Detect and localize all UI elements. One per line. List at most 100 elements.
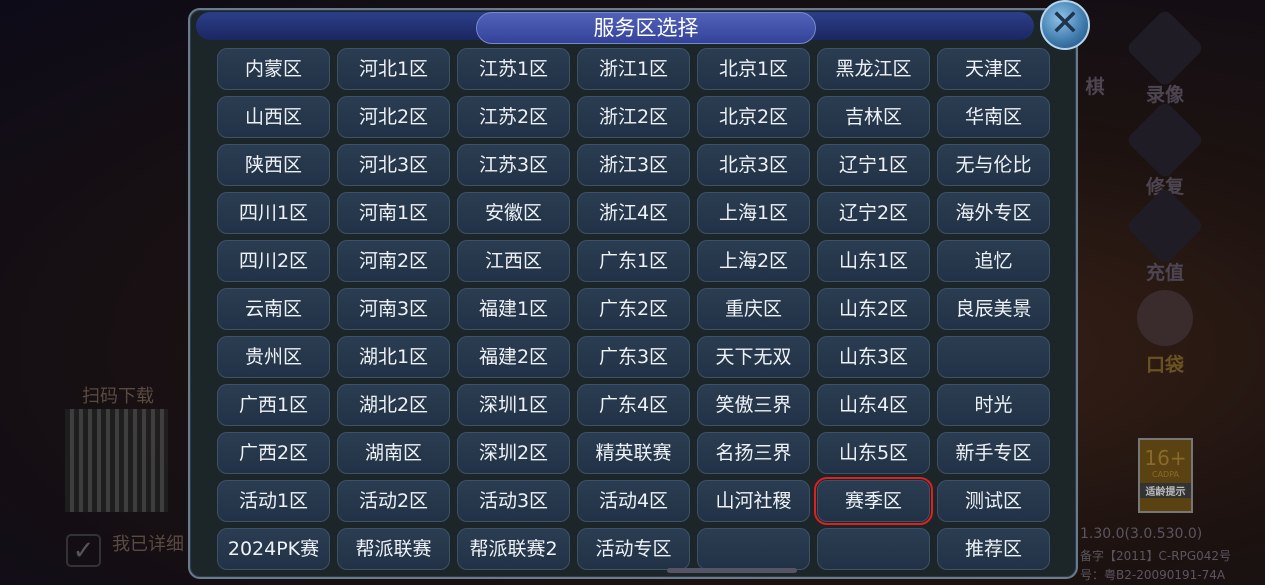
server-button[interactable] — [697, 528, 810, 570]
server-button[interactable]: 广东3区 — [577, 336, 690, 378]
server-button[interactable]: 湖南区 — [337, 432, 450, 474]
server-button[interactable]: 山东2区 — [817, 288, 930, 330]
server-button[interactable]: 精英联赛 — [577, 432, 690, 474]
server-button[interactable]: 笑傲三界 — [697, 384, 810, 426]
server-button[interactable]: 山东4区 — [817, 384, 930, 426]
server-button[interactable]: 河北1区 — [337, 48, 450, 90]
server-button[interactable]: 推荐区 — [937, 528, 1050, 570]
server-button[interactable]: 辽宁1区 — [817, 144, 930, 186]
server-button[interactable]: 广东2区 — [577, 288, 690, 330]
server-button[interactable]: 湖北1区 — [337, 336, 450, 378]
video-camera-icon — [1125, 8, 1205, 88]
server-button[interactable]: 山东3区 — [817, 336, 930, 378]
server-button[interactable]: 山西区 — [217, 96, 330, 138]
server-button[interactable]: 活动1区 — [217, 480, 330, 522]
server-button[interactable]: 江苏2区 — [457, 96, 570, 138]
server-button[interactable]: 追忆 — [937, 240, 1050, 282]
server-button[interactable]: 内蒙区 — [217, 48, 330, 90]
server-button[interactable]: 山东5区 — [817, 432, 930, 474]
server-button[interactable]: 广东4区 — [577, 384, 690, 426]
server-button[interactable]: 深圳2区 — [457, 432, 570, 474]
server-button[interactable]: 天津区 — [937, 48, 1050, 90]
server-button[interactable]: 广西1区 — [217, 384, 330, 426]
agree-text: 我已详细 — [112, 534, 184, 555]
server-button[interactable]: 无与伦比 — [937, 144, 1050, 186]
server-button[interactable]: 深圳1区 — [457, 384, 570, 426]
server-button[interactable]: 帮派联赛2 — [457, 528, 570, 570]
server-button[interactable]: 上海2区 — [697, 240, 810, 282]
server-button[interactable]: 华南区 — [937, 96, 1050, 138]
server-button[interactable]: 河北3区 — [337, 144, 450, 186]
server-button[interactable]: 赛季区 — [814, 477, 933, 525]
server-button[interactable]: 浙江2区 — [577, 96, 690, 138]
server-button[interactable]: 河北2区 — [337, 96, 450, 138]
server-button[interactable]: 四川2区 — [217, 240, 330, 282]
server-button[interactable]: 广西2区 — [217, 432, 330, 474]
server-button[interactable]: 四川1区 — [217, 192, 330, 234]
server-button[interactable]: 云南区 — [217, 288, 330, 330]
side-menu-recharge[interactable]: 充值 — [1125, 186, 1205, 285]
server-button[interactable]: 贵州区 — [217, 336, 330, 378]
server-button[interactable]: 活动专区 — [577, 528, 690, 570]
server-button[interactable]: 天下无双 — [697, 336, 810, 378]
server-button[interactable]: 辽宁2区 — [817, 192, 930, 234]
server-button[interactable]: 安徽区 — [457, 192, 570, 234]
server-button[interactable]: 河南1区 — [337, 192, 450, 234]
age-rating-badge: 16+ CADPA 适龄提示 — [1138, 438, 1193, 513]
server-button[interactable] — [817, 528, 930, 570]
server-button[interactable]: 活动3区 — [457, 480, 570, 522]
side-menu-repair[interactable]: 修复 — [1125, 100, 1205, 199]
close-button[interactable]: ✕ — [1040, 0, 1090, 50]
server-button[interactable]: 湖北2区 — [337, 384, 450, 426]
server-button[interactable]: 帮派联赛 — [337, 528, 450, 570]
side-menu-pocket[interactable]: 口袋 — [1125, 290, 1205, 377]
server-button[interactable]: 黑龙江区 — [817, 48, 930, 90]
server-button[interactable]: 江西区 — [457, 240, 570, 282]
server-button[interactable]: 良辰美景 — [937, 288, 1050, 330]
server-button[interactable]: 浙江4区 — [577, 192, 690, 234]
close-x-icon: ✕ — [1049, 3, 1081, 44]
age-value: 16+ — [1144, 446, 1187, 470]
server-button[interactable]: 北京1区 — [697, 48, 810, 90]
side-label: 口袋 — [1145, 354, 1184, 376]
server-button[interactable]: 上海1区 — [697, 192, 810, 234]
server-button[interactable]: 活动2区 — [337, 480, 450, 522]
server-button[interactable]: 福建2区 — [457, 336, 570, 378]
server-button[interactable]: 江苏3区 — [457, 144, 570, 186]
server-button[interactable]: 陕西区 — [217, 144, 330, 186]
server-button[interactable]: 山河社稷 — [697, 480, 810, 522]
server-button[interactable]: 浙江1区 — [577, 48, 690, 90]
version-text: 1.30.0(3.0.530.0) — [1080, 526, 1203, 542]
scrollbar[interactable] — [667, 568, 797, 573]
server-button[interactable]: 北京2区 — [697, 96, 810, 138]
server-button[interactable]: 活动4区 — [577, 480, 690, 522]
server-button[interactable]: 福建1区 — [457, 288, 570, 330]
agree-checkbox[interactable]: ✓ — [66, 534, 101, 567]
server-button[interactable]: 测试区 — [937, 480, 1050, 522]
age-org: CADPA — [1151, 470, 1179, 479]
license-text-2: 号：粤B2-20090191-74A — [1080, 568, 1226, 582]
server-button[interactable]: 山东1区 — [817, 240, 930, 282]
server-select-dialog: 服务区选择 内蒙区 河北1区 江苏1区 浙江1区 北京1区 黑龙江区 天津区 山西区 河北2区江… — [188, 8, 1078, 579]
license-text-1: 备字【2011】C-RPG042号 — [1080, 549, 1232, 563]
server-button[interactable]: 时光 — [937, 384, 1050, 426]
server-button[interactable]: 2024PK赛 — [217, 528, 330, 570]
server-button[interactable]: 吉林区 — [817, 96, 930, 138]
server-button[interactable]: 浙江3区 — [577, 144, 690, 186]
server-button[interactable]: 河南2区 — [337, 240, 450, 282]
side-menu-replay[interactable]: 录像 — [1125, 8, 1205, 107]
qr-label: 扫码下载 — [82, 386, 154, 407]
server-button[interactable]: 北京3区 — [697, 144, 810, 186]
server-button[interactable] — [937, 336, 1050, 378]
age-label: 适龄提示 — [1140, 483, 1191, 498]
server-button[interactable]: 河南3区 — [337, 288, 450, 330]
server-button[interactable]: 重庆区 — [697, 288, 810, 330]
server-button[interactable]: 名扬三界 — [697, 432, 810, 474]
side-label: 充值 — [1145, 262, 1184, 284]
server-button[interactable]: 广东1区 — [577, 240, 690, 282]
server-button[interactable]: 海外专区 — [937, 192, 1050, 234]
server-button[interactable]: 江苏1区 — [457, 48, 570, 90]
server-button[interactable]: 新手专区 — [937, 432, 1050, 474]
wrench-icon — [1125, 100, 1205, 180]
dialog-title: 服务区选择 — [476, 12, 816, 44]
